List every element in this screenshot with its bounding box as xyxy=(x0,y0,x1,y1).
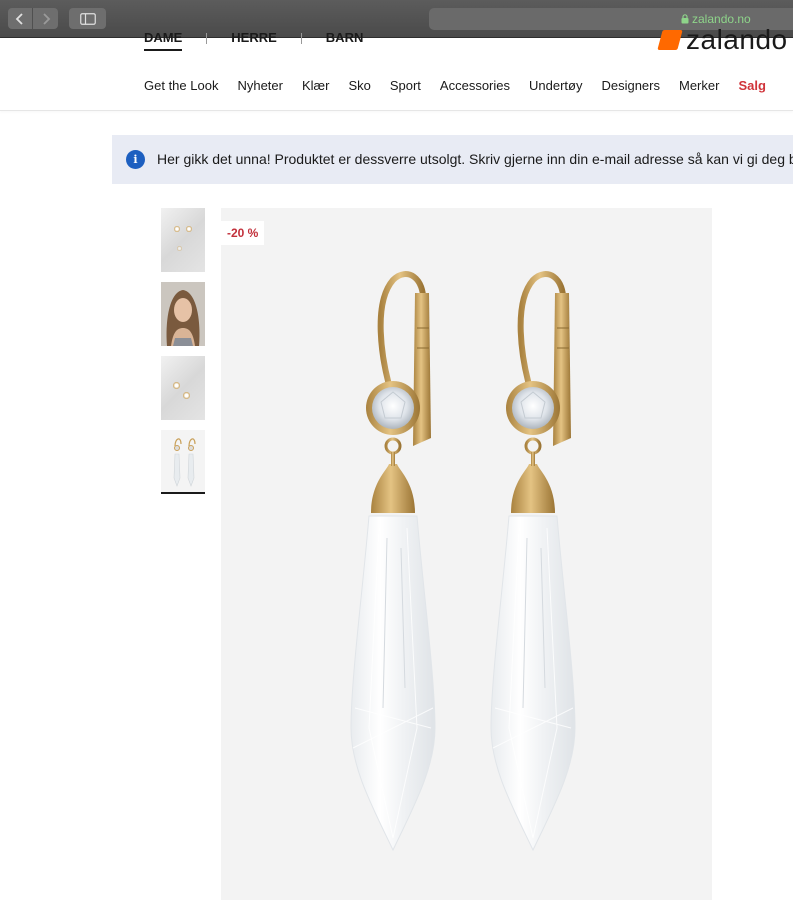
site-header: DAME HERRE BARN zalando Get the Look Nyh… xyxy=(0,24,793,111)
discount-badge: -20 % xyxy=(221,221,265,245)
forward-button[interactable] xyxy=(33,8,58,29)
sold-out-notice: i Her gikk det unna! Produktet er dessve… xyxy=(112,135,793,184)
history-buttons xyxy=(8,8,58,29)
notice-text: Her gikk det unna! Produktet er dessverr… xyxy=(157,151,793,167)
sidebar-icon xyxy=(79,12,96,25)
thumbnail-1[interactable] xyxy=(161,208,205,272)
category-nav: Get the Look Nyheter Klær Sko Sport Acce… xyxy=(144,78,785,93)
logo-text: zalando xyxy=(686,24,788,55)
earrings-illustration xyxy=(221,208,712,900)
back-button[interactable] xyxy=(8,8,33,29)
tab-divider xyxy=(206,33,208,44)
thumbnail-gallery xyxy=(161,208,205,494)
nav-item-salg[interactable]: Salg xyxy=(738,78,765,93)
tab-barn[interactable]: BARN xyxy=(326,30,364,49)
nav-item-undertoy[interactable]: Undertøy xyxy=(529,78,582,93)
selected-thumbnail-indicator xyxy=(161,492,205,494)
chevron-right-icon xyxy=(42,12,50,25)
nav-item-sko[interactable]: Sko xyxy=(348,78,370,93)
nav-item-accessories[interactable]: Accessories xyxy=(440,78,510,93)
tab-dame[interactable]: DAME xyxy=(144,30,183,51)
earring-image xyxy=(174,226,180,232)
thumbnail-2[interactable] xyxy=(161,282,205,346)
thumbnail-4[interactable] xyxy=(161,430,205,492)
zalando-logo[interactable]: zalando xyxy=(657,24,788,56)
earring-image xyxy=(177,246,182,251)
nav-item-merker[interactable]: Merker xyxy=(679,78,719,93)
product-image[interactable]: -20 % xyxy=(221,208,712,900)
nav-item-klaer[interactable]: Klær xyxy=(302,78,329,93)
gender-tabs: DAME HERRE BARN xyxy=(144,30,363,51)
nav-item-sport[interactable]: Sport xyxy=(390,78,421,93)
lock-icon xyxy=(681,14,689,24)
sidebar-toggle-button[interactable] xyxy=(69,8,106,29)
chevron-left-icon xyxy=(15,12,23,25)
thumbnail-3[interactable] xyxy=(161,356,205,420)
model-photo xyxy=(161,282,205,346)
nav-item-designers[interactable]: Designers xyxy=(601,78,660,93)
tab-herre[interactable]: HERRE xyxy=(231,30,277,49)
earring-image xyxy=(173,382,180,389)
earring-image xyxy=(186,226,192,232)
earring-thumbnail-image xyxy=(161,430,205,492)
nav-item-nyheter[interactable]: Nyheter xyxy=(237,78,283,93)
nav-item-get-the-look[interactable]: Get the Look xyxy=(144,78,218,93)
info-icon: i xyxy=(126,150,145,169)
tab-divider xyxy=(300,33,302,44)
earring-image xyxy=(183,392,190,399)
logo-icon xyxy=(657,30,683,50)
